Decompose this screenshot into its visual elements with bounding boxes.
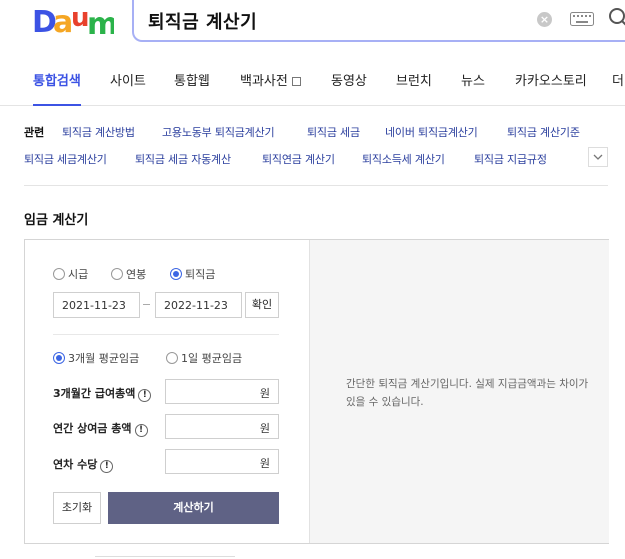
radio-annual[interactable]: 연봉: [111, 266, 146, 282]
wage-calculator: 시급 연봉 퇴직금 2021-11-23 2022-11-23 확인 3개월 평…: [24, 239, 609, 544]
search-icon[interactable]: [608, 7, 625, 29]
tab-brunch[interactable]: 브런치: [396, 62, 432, 106]
keyboard-icon[interactable]: [570, 12, 594, 26]
radio-hourly[interactable]: 시급: [53, 266, 88, 282]
chevron-down-icon: [593, 154, 603, 160]
tab-integrated[interactable]: 통합검색: [33, 62, 81, 106]
calculator-title: 임금 계산기: [24, 213, 89, 228]
confirm-button[interactable]: 확인: [245, 292, 279, 318]
salary-total-input[interactable]: 원: [165, 379, 279, 404]
radio-severance[interactable]: 퇴직금: [170, 266, 215, 282]
radio-icon: [166, 352, 178, 364]
radio-daily-avg[interactable]: 1일 평균임금: [166, 350, 242, 366]
radio-icon: [53, 268, 65, 280]
search-input[interactable]: 퇴직금 계산기 ×: [132, 0, 625, 42]
start-date-input[interactable]: 2021-11-23: [53, 292, 140, 318]
date-range-dash: [143, 304, 150, 305]
bonus-total-input[interactable]: 원: [165, 414, 279, 439]
related-link[interactable]: 고용노동부 퇴직금계산기: [162, 124, 275, 140]
related-link[interactable]: 퇴직금 세금: [307, 124, 360, 140]
clear-icon[interactable]: ×: [537, 12, 552, 27]
divider: [53, 334, 279, 335]
daum-logo[interactable]: D a u m: [32, 4, 114, 38]
header: D a u m 퇴직금 계산기 ×: [0, 0, 625, 50]
tab-more[interactable]: 더: [612, 62, 624, 106]
expand-related-button[interactable]: [588, 147, 608, 167]
info-icon[interactable]: !: [138, 389, 152, 402]
related-link[interactable]: 퇴직금 세금계산기: [24, 151, 107, 167]
annual-leave-allowance-input[interactable]: 원: [165, 449, 279, 474]
reset-button[interactable]: 초기화: [53, 492, 101, 524]
related-link[interactable]: 네이버 퇴직금계산기: [385, 124, 478, 140]
radio-3month-avg[interactable]: 3개월 평균임금: [53, 350, 139, 366]
related-link[interactable]: 퇴직금 계산방법: [62, 124, 135, 140]
related-link[interactable]: 퇴직금 계산기준: [507, 124, 580, 140]
tab-kakaostory[interactable]: 카카오스토리: [515, 62, 587, 106]
tab-encyclopedia[interactable]: 백과사전: [240, 62, 301, 106]
result-panel: 간단한 퇴직금 계산기입니다. 실제 지급금액과는 차이가 있을 수 있습니다.: [309, 240, 609, 543]
related-link[interactable]: 퇴직연금 계산기: [262, 151, 335, 167]
radio-checked-icon: [170, 268, 182, 280]
field-label: 3개월간 급여총액!: [53, 385, 152, 402]
tab-news[interactable]: 뉴스: [461, 62, 485, 106]
external-box-icon: [291, 77, 301, 86]
tab-site[interactable]: 사이트: [110, 62, 146, 106]
info-icon[interactable]: !: [100, 460, 114, 473]
search-tabs: 통합검색 사이트 통합웹 백과사전 동영상 브런치 뉴스 카카오스토리 더: [0, 62, 625, 106]
field-label: 연간 상여금 총액!: [53, 420, 148, 437]
tab-video[interactable]: 동영상: [331, 62, 367, 106]
related-link[interactable]: 퇴직금 지급규정: [474, 151, 547, 167]
end-date-input[interactable]: 2022-11-23: [155, 292, 242, 318]
calculator-description: 간단한 퇴직금 계산기입니다. 실제 지급금액과는 차이가 있을 수 있습니다.: [346, 378, 589, 408]
radio-checked-icon: [53, 352, 65, 364]
svg-text:m: m: [87, 7, 114, 38]
tab-web[interactable]: 통합웹: [174, 62, 210, 106]
search-query: 퇴직금 계산기: [148, 12, 258, 33]
info-icon[interactable]: !: [134, 424, 148, 437]
field-label: 연차 수당!: [53, 456, 114, 473]
related-searches: 관련 퇴직금 계산방법 고용노동부 퇴직금계산기 퇴직금 세금 네이버 퇴직금계…: [24, 124, 608, 186]
related-label: 관련: [24, 126, 45, 139]
radio-icon: [111, 268, 123, 280]
calculate-button[interactable]: 계산하기: [108, 492, 279, 524]
related-link[interactable]: 퇴직금 세금 자동계산: [135, 151, 231, 167]
related-link[interactable]: 퇴직소득세 계산기: [362, 151, 445, 167]
